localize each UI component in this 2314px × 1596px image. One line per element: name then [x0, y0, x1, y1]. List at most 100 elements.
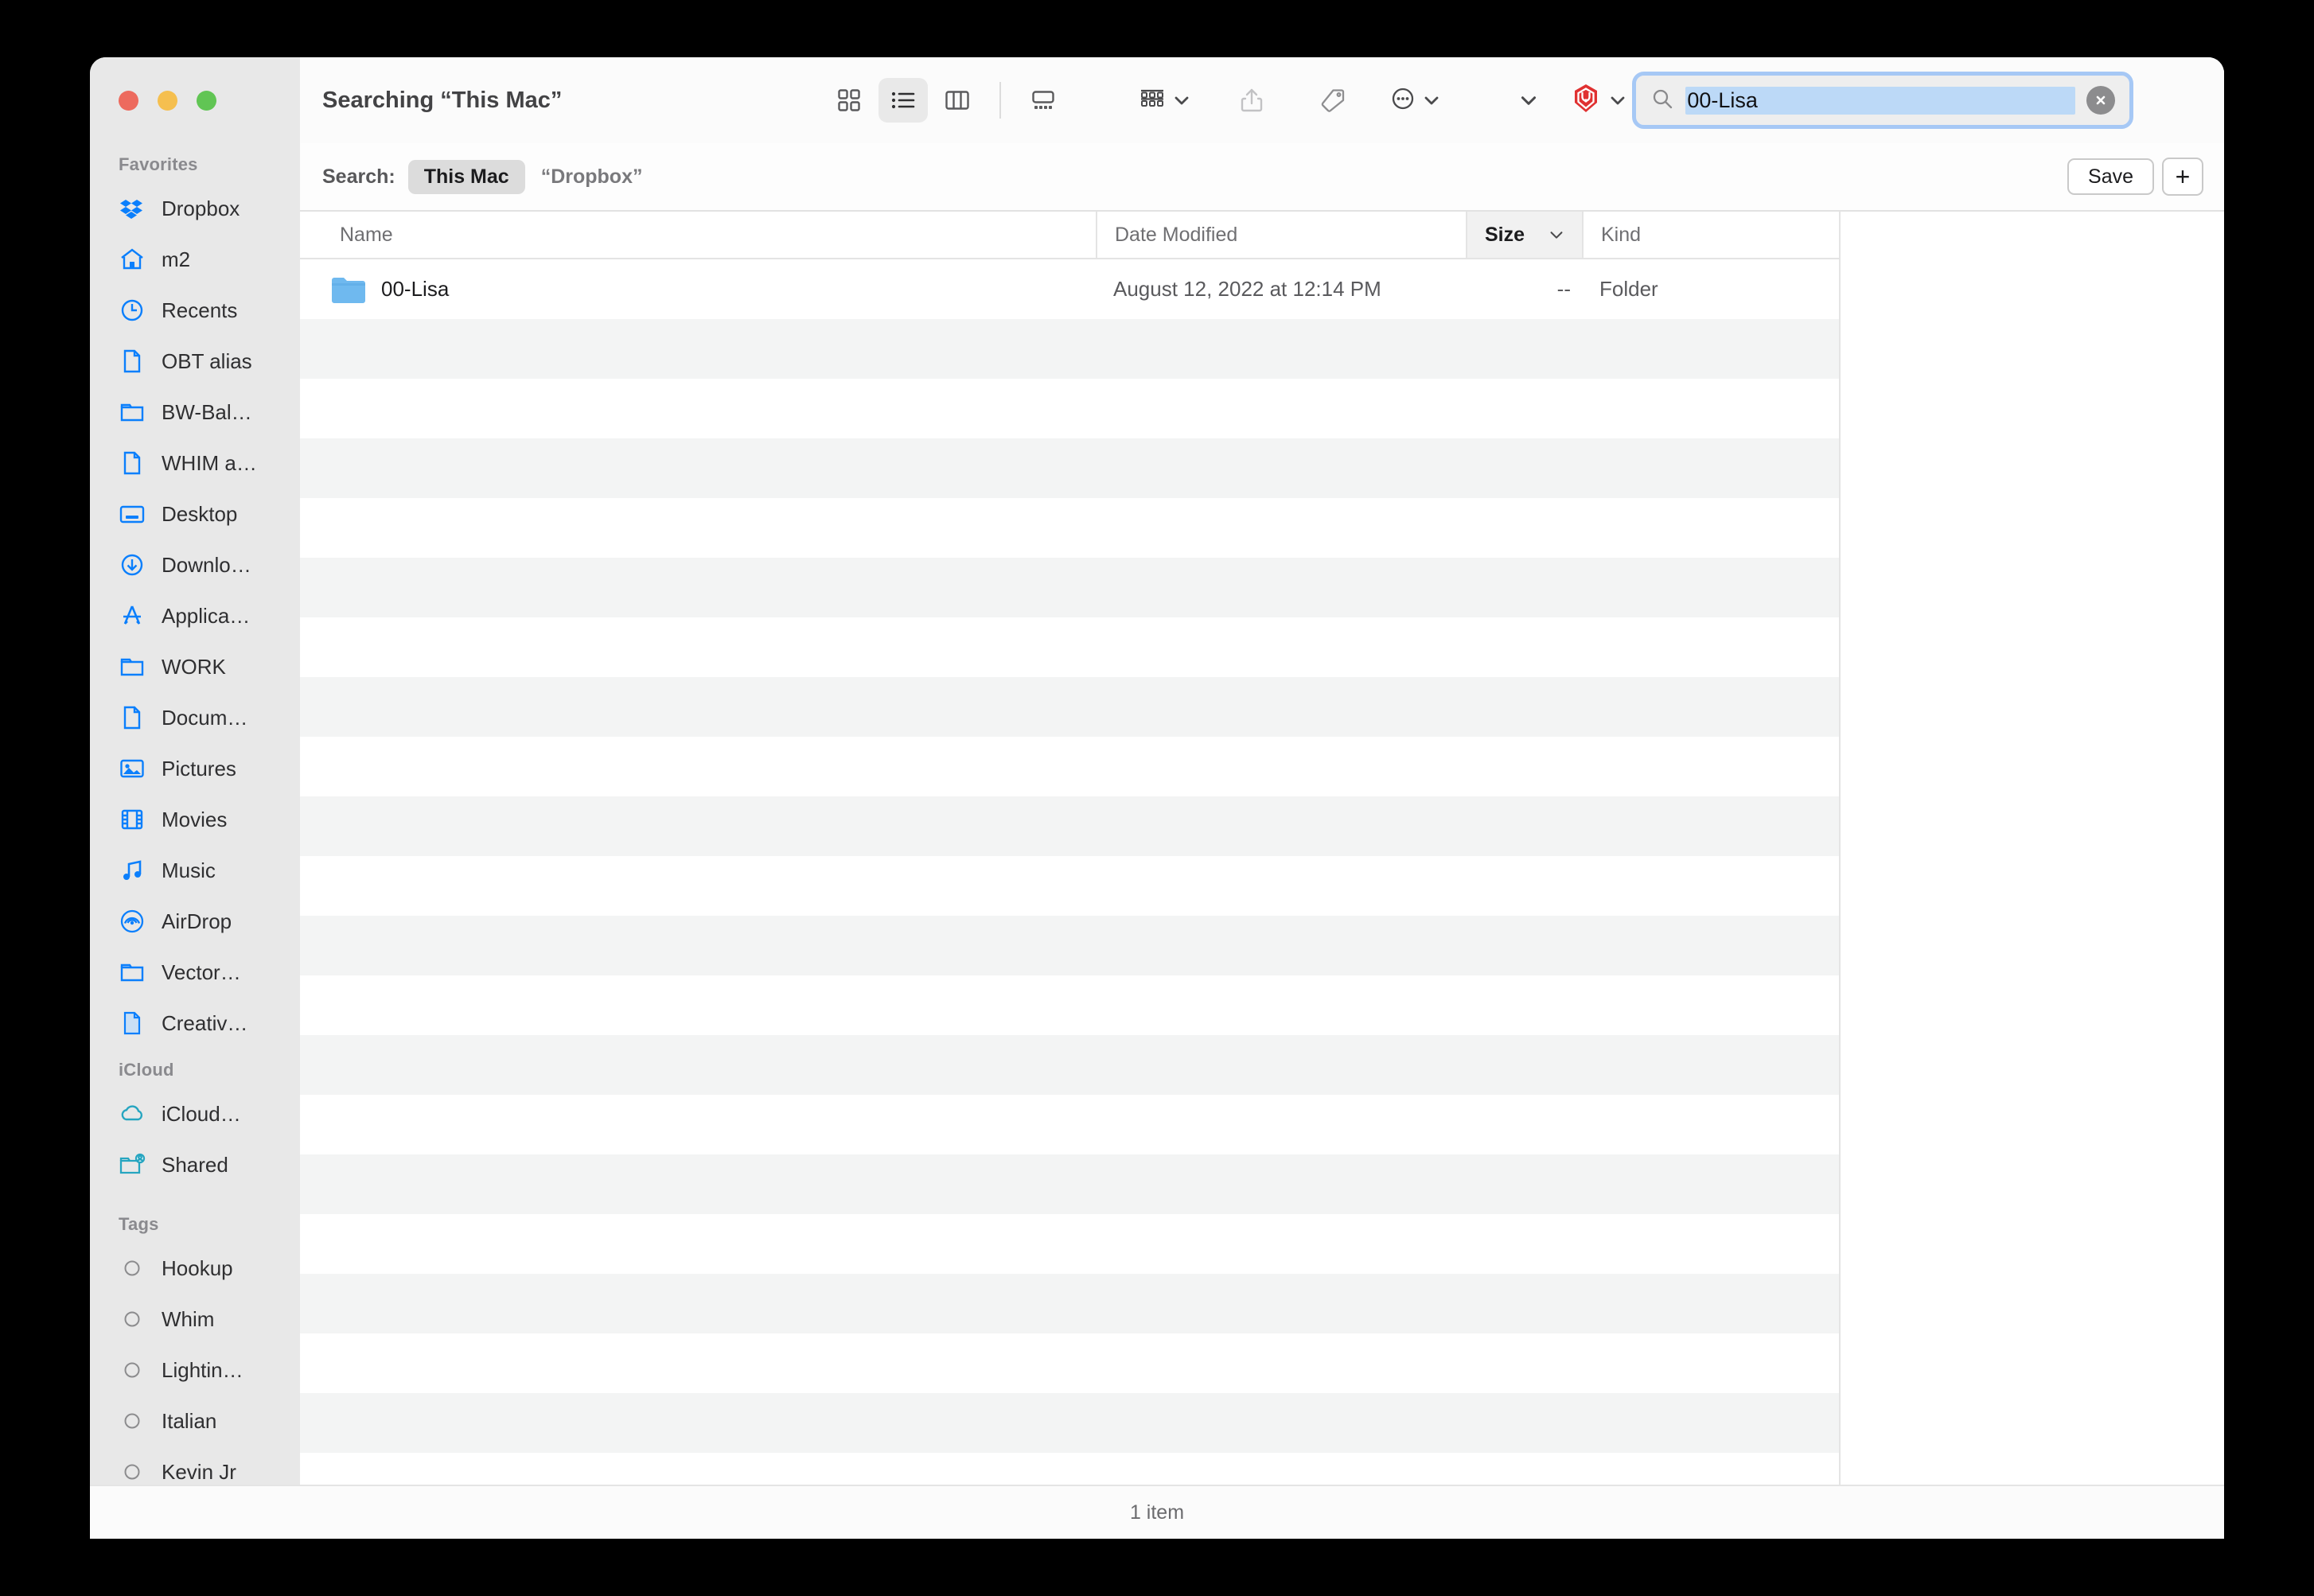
- search-scope-bar: Search: This Mac “Dropbox” Save +: [300, 143, 2224, 212]
- more-actions-control[interactable]: [1389, 85, 1445, 116]
- column-header-size[interactable]: Size: [1466, 212, 1582, 258]
- column-header-label: Date Modified: [1115, 224, 1237, 247]
- tag-button[interactable]: [1308, 78, 1358, 123]
- sidebar-item-downloads[interactable]: Downlo…: [90, 539, 300, 590]
- sidebar-item-whim-a[interactable]: WHIM a…: [90, 438, 300, 489]
- gallery-icon: [1030, 87, 1057, 114]
- save-search-button[interactable]: Save: [2067, 158, 2154, 195]
- sidebar-item-label: Vector…: [162, 960, 241, 985]
- sidebar-item-desktop[interactable]: Desktop: [90, 489, 300, 539]
- sidebar-item-creative[interactable]: Creativ…: [90, 998, 300, 1049]
- shared-folder-icon: [119, 1151, 146, 1178]
- scope-dropbox[interactable]: “Dropbox”: [525, 160, 659, 194]
- app-extension-control[interactable]: [1569, 82, 1631, 119]
- empty-row: [300, 379, 1839, 438]
- icon-view-button[interactable]: [824, 78, 874, 123]
- overflow-chevron-button[interactable]: [1515, 87, 1542, 114]
- sidebar-item-documents[interactable]: Docum…: [90, 692, 300, 743]
- sidebar-item-label: m2: [162, 247, 190, 272]
- empty-row: [300, 498, 1839, 558]
- list-view-button[interactable]: [878, 78, 928, 123]
- search-input[interactable]: 00-Lisa: [1685, 87, 2075, 115]
- sidebar-item-shared[interactable]: Shared: [90, 1139, 300, 1190]
- ellipsis-circle-icon: [1389, 85, 1416, 116]
- red-shield-app-icon: [1569, 82, 1603, 119]
- sidebar-item-tag-lightning[interactable]: Lightin…: [90, 1345, 300, 1396]
- gallery-view-button[interactable]: [1019, 78, 1068, 123]
- empty-row: [300, 438, 1839, 498]
- column-header-label: Kind: [1601, 224, 1641, 247]
- sidebar-item-airdrop[interactable]: AirDrop: [90, 896, 300, 947]
- grid-icon: [836, 87, 863, 114]
- status-bar: 1 item: [90, 1485, 2224, 1539]
- clear-search-button[interactable]: [2086, 86, 2115, 115]
- sidebar-item-label: Whim: [162, 1307, 214, 1332]
- sidebar-item-bw-bal[interactable]: BW-Bal…: [90, 387, 300, 438]
- applications-icon: [119, 602, 146, 629]
- sidebar-section-favorites-title: Favorites: [90, 143, 300, 183]
- zoom-button[interactable]: [197, 91, 216, 111]
- sidebar-item-movies[interactable]: Movies: [90, 794, 300, 845]
- sidebar-item-tag-kevin-jr[interactable]: Kevin Jr: [90, 1446, 300, 1485]
- chevron-down-icon: [1168, 87, 1195, 114]
- sidebar-item-applications[interactable]: Applica…: [90, 590, 300, 641]
- cell-kind: Folder: [1582, 277, 1839, 302]
- table-row[interactable]: 00-Lisa August 12, 2022 at 12:14 PM -- F…: [300, 259, 1839, 319]
- sidebar-item-recents[interactable]: Recents: [90, 285, 300, 336]
- sidebar-item-label: Music: [162, 858, 216, 883]
- sidebar-item-work[interactable]: WORK: [90, 641, 300, 692]
- file-name: 00-Lisa: [381, 277, 449, 302]
- home-icon: [119, 246, 146, 273]
- close-button[interactable]: [119, 91, 138, 111]
- sidebar-item-obt-alias[interactable]: OBT alias: [90, 336, 300, 387]
- clock-icon: [119, 297, 146, 324]
- column-header-kind[interactable]: Kind: [1582, 212, 1839, 258]
- sidebar-item-label: Creativ…: [162, 1011, 247, 1036]
- cell-name: 00-Lisa: [300, 274, 1096, 305]
- columns-icon: [944, 87, 971, 114]
- minimize-button[interactable]: [158, 91, 177, 111]
- sidebar-item-label: BW-Bal…: [162, 400, 252, 425]
- toolbar: Searching “This Mac”: [300, 57, 2224, 143]
- sidebar-item-label: Dropbox: [162, 197, 240, 221]
- add-search-criteria-button[interactable]: +: [2162, 158, 2203, 196]
- sidebar-item-pictures[interactable]: Pictures: [90, 743, 300, 794]
- window-body: Favorites Dropbox m2 Recents: [90, 57, 2224, 1485]
- tag-circle-icon: [119, 1255, 146, 1282]
- tag-circle-icon: [119, 1458, 146, 1485]
- column-view-button[interactable]: [933, 78, 982, 123]
- sidebar-item-label: Italian: [162, 1409, 216, 1434]
- empty-row: [300, 1333, 1839, 1393]
- cell-size: --: [1466, 277, 1582, 302]
- sidebar-item-label: Docum…: [162, 706, 247, 730]
- column-header-name[interactable]: Name: [300, 212, 1096, 258]
- sidebar-item-vector[interactable]: Vector…: [90, 947, 300, 998]
- empty-row: [300, 677, 1839, 737]
- empty-row: [300, 617, 1839, 677]
- share-button[interactable]: [1227, 78, 1276, 123]
- tag-circle-icon: [119, 1407, 146, 1434]
- group-by-control[interactable]: [1138, 85, 1195, 116]
- sidebar-item-m2[interactable]: m2: [90, 234, 300, 285]
- window-controls: [90, 57, 300, 143]
- document-alias-icon: [119, 1010, 146, 1037]
- search-field[interactable]: 00-Lisa: [1636, 76, 2129, 125]
- sidebar-section-tags-title: Tags: [90, 1190, 300, 1243]
- sidebar-item-tag-whim[interactable]: Whim: [90, 1294, 300, 1345]
- folder-icon: [119, 399, 146, 426]
- empty-row: [300, 1274, 1839, 1333]
- tag-icon: [1319, 87, 1346, 114]
- sidebar-item-tag-italian[interactable]: Italian: [90, 1396, 300, 1446]
- view-mode-segmented-control: [824, 78, 1068, 123]
- sidebar-item-tag-hookup[interactable]: Hookup: [90, 1243, 300, 1294]
- music-icon: [119, 857, 146, 884]
- sidebar-item-label: WORK: [162, 655, 226, 679]
- empty-row: [300, 1035, 1839, 1095]
- sidebar-item-dropbox[interactable]: Dropbox: [90, 183, 300, 234]
- sidebar-item-icloud-drive[interactable]: iCloud…: [90, 1088, 300, 1139]
- main-split: Name Date Modified Size Kind: [300, 212, 2224, 1485]
- preview-pane: [1841, 212, 2224, 1485]
- column-header-date-modified[interactable]: Date Modified: [1096, 212, 1466, 258]
- scope-this-mac[interactable]: This Mac: [408, 160, 525, 194]
- sidebar-item-music[interactable]: Music: [90, 845, 300, 896]
